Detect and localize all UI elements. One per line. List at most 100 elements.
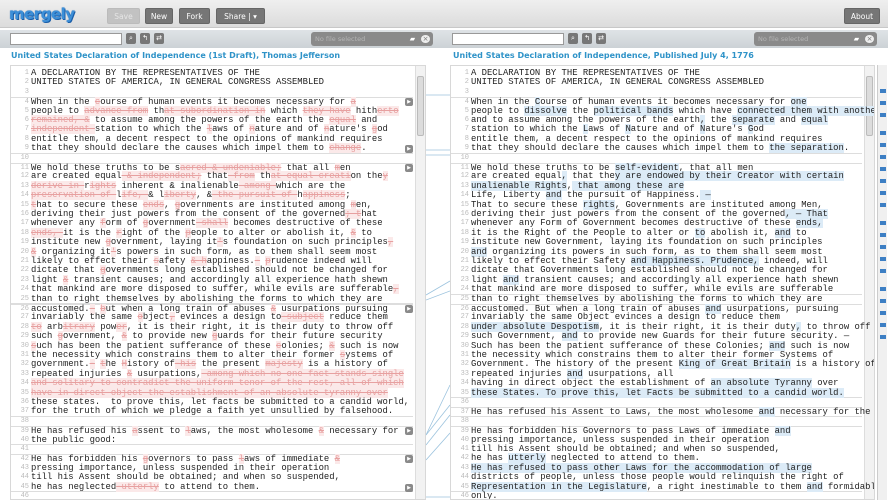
overview-change-marker[interactable] (880, 143, 886, 147)
folder-open-icon[interactable]: ▰ (852, 35, 861, 43)
overview-change-marker[interactable] (880, 335, 886, 339)
overview-change-marker[interactable] (880, 155, 886, 159)
code-line: 38 (451, 417, 862, 426)
merge-right-arrow-icon[interactable]: ▶ (405, 305, 413, 313)
line-number: 44 (20, 473, 29, 482)
line-number: 35 (20, 388, 29, 397)
right-file-picker[interactable]: No file selected ▰ × (754, 32, 877, 46)
overview-change-marker[interactable] (880, 287, 886, 291)
code-line: 10 (11, 154, 413, 163)
line-number: 43 (20, 463, 29, 472)
right-scrollbar[interactable] (864, 66, 874, 499)
left-search-icon[interactable]: ⌕ (126, 33, 136, 44)
overview-change-marker[interactable] (880, 203, 886, 207)
line-number: 19 (20, 238, 29, 247)
clear-file-icon[interactable]: × (421, 35, 430, 43)
overview-change-marker[interactable] (880, 113, 886, 117)
code-line: 37 He has refused his Assent to Laws, the… (451, 407, 870, 418)
overview-change-marker[interactable] (880, 191, 886, 195)
right-prev-change-icon[interactable]: ↰ (582, 33, 592, 44)
text-segment: the present (196, 359, 266, 370)
text-segment: UNITED STATES OF AMERICA, IN GENERAL CON… (31, 77, 324, 88)
text-segment: UNITED STATES OF AMERICA, IN GENERAL CON… (471, 77, 764, 88)
text-segment: only. (471, 491, 498, 500)
line-number: 22 (460, 266, 469, 275)
overview-change-marker[interactable] (880, 131, 886, 135)
merge-right-arrow-icon[interactable]: ▶ (405, 483, 413, 492)
overview-change-marker[interactable] (880, 167, 886, 171)
line-number: 9 (24, 144, 29, 153)
line-text: these States. To prove this, let Facts b… (471, 387, 844, 398)
mergely-logo: mergely (9, 5, 75, 23)
right-swap-icon[interactable]: ⇄ (596, 33, 606, 44)
left-editor[interactable]: 1A DECLARATION BY THE REPRESENTATIVES OF… (10, 65, 426, 500)
overview-change-marker[interactable] (880, 101, 886, 105)
save-button[interactable]: Save (107, 8, 140, 24)
new-button[interactable]: New (145, 8, 173, 24)
clear-file-icon[interactable]: × (865, 35, 874, 43)
left-toolbar: ⌕ ↰ ⇄ No file selected ▰ × (0, 30, 444, 48)
overview-change-marker[interactable] (880, 179, 886, 183)
line-number: 7 (24, 125, 29, 134)
code-line: 37 for the truth of which we pledge a fai… (11, 407, 413, 417)
merge-right-arrow-icon[interactable]: ▶ (405, 164, 413, 172)
right-editor[interactable]: 1A DECLARATION BY THE REPRESENTATIVES OF… (450, 65, 875, 500)
text-segment: and (774, 115, 802, 125)
left-search-input[interactable] (10, 33, 122, 45)
overview-change-marker[interactable] (880, 221, 886, 225)
left-scrollbar[interactable] (415, 66, 425, 499)
line-number: 25 (20, 294, 29, 303)
code-line: 45 Representation in the Legislature, a r… (451, 481, 874, 492)
line-number: 41 (20, 445, 29, 453)
line-number: 28 (460, 322, 469, 331)
merge-right-arrow-icon[interactable]: ▶ (405, 455, 413, 464)
text-segment: is a history of (790, 359, 875, 370)
line-number: 19 (460, 238, 469, 247)
text-segment: he has (471, 453, 509, 464)
overview-change-marker[interactable] (880, 299, 886, 303)
inserted-text: y are endowed by their Creator with cert… (614, 171, 844, 182)
about-button[interactable]: About (844, 8, 880, 24)
line-number: 10 (460, 153, 469, 162)
folder-open-icon[interactable]: ▰ (408, 35, 417, 43)
merge-right-arrow-icon[interactable]: ▶ (405, 145, 413, 154)
text-segment: that they should declare the causes whic… (471, 143, 770, 154)
line-number: 9 (464, 144, 469, 153)
fork-button[interactable]: Fork (179, 8, 210, 24)
right-search-input[interactable] (452, 33, 564, 45)
line-number: 33 (20, 369, 29, 378)
line-number: 45 (20, 482, 29, 491)
line-number: 29 (20, 332, 29, 341)
overview-change-marker[interactable] (880, 257, 886, 261)
deleted-text: y (382, 171, 388, 182)
right-search-icon[interactable]: ⌕ (568, 33, 578, 44)
line-number: 33 (460, 369, 469, 378)
deleted-text: -utterly (116, 481, 159, 492)
inserted-text: the separation (769, 143, 844, 154)
merge-right-arrow-icon[interactable]: ▶ (405, 98, 413, 107)
left-file-picker[interactable]: No file selected ▰ × (311, 32, 433, 46)
line-number: 37 (20, 407, 29, 416)
line-number: 8 (24, 134, 29, 143)
overview-change-marker[interactable] (880, 233, 886, 237)
diff-connectors (425, 94, 451, 498)
code-line: 2 UNITED STATES OF AMERICA, IN GENERAL CO… (451, 78, 862, 87)
code-line: 41 (11, 445, 413, 454)
share-button[interactable]: Share | ▾ (216, 8, 265, 24)
line-number: 43 (460, 463, 469, 472)
left-prev-change-icon[interactable]: ↰ (140, 33, 150, 44)
inserted-text: these States. To prove this, let Facts b… (471, 387, 844, 398)
line-number: 40 (460, 435, 469, 444)
overview-change-marker[interactable] (880, 323, 886, 327)
merge-right-arrow-icon[interactable]: ▶ (405, 427, 413, 436)
left-scroll-thumb[interactable] (417, 76, 424, 136)
app-header: mergely Save New Fork Share | ▾ About (0, 0, 888, 28)
line-text: UNITED STATES OF AMERICA, IN GENERAL CON… (471, 78, 764, 87)
text-segment: he has neglected (31, 481, 117, 492)
overview-change-marker[interactable] (880, 311, 886, 315)
overview-change-marker[interactable] (880, 245, 886, 249)
diff-overview-ruler[interactable] (877, 65, 887, 500)
left-swap-icon[interactable]: ⇄ (154, 33, 164, 44)
overview-change-marker[interactable] (880, 269, 886, 273)
overview-change-marker[interactable] (880, 89, 886, 93)
